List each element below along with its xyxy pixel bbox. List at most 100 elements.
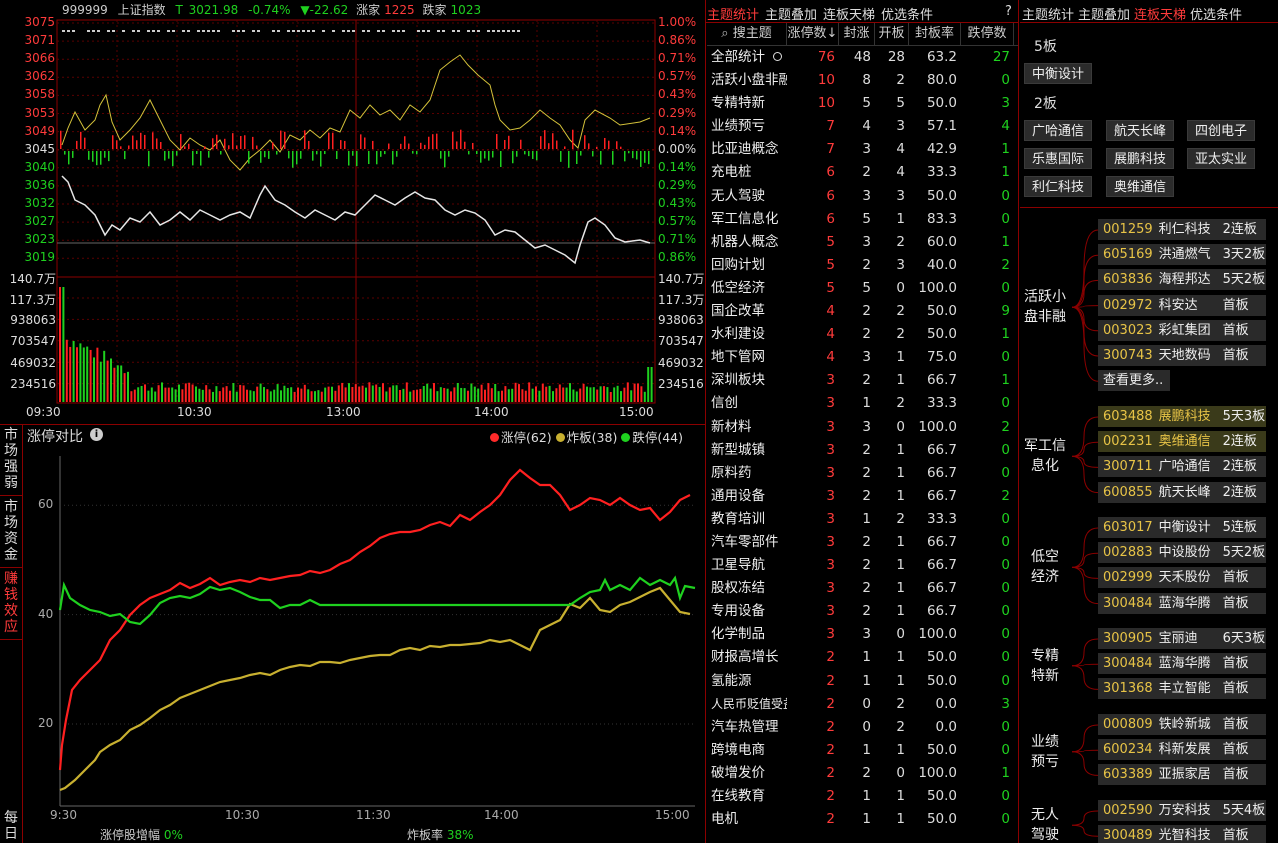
right-tab-0[interactable]: 主题统计 (1022, 8, 1074, 23)
table-cell: 通用设备 (711, 487, 765, 504)
table-row[interactable]: 新材料 3 3 0 100.0 2 (707, 416, 1018, 439)
ladder-stock-chip[interactable]: 利仁科技 (1024, 176, 1093, 197)
col-header-1[interactable]: 涨停数↓ (787, 22, 839, 45)
right-tab-2[interactable]: 连板天梯 (1134, 8, 1186, 23)
group-stock[interactable]: 001259 利仁科技 2连板 (1098, 219, 1266, 240)
group-stock[interactable]: 000809 铁岭新城 首板 (1098, 714, 1266, 735)
group-stock[interactable]: 002231 奥维通信 2连板 (1098, 431, 1266, 453)
search-theme-button[interactable]: ⌕ 搜主题 (707, 22, 787, 45)
table-row[interactable]: 在线教育 2 1 1 50.0 0 (707, 785, 1018, 808)
stock-name: 利仁科技 (1158, 222, 1211, 237)
table-row[interactable]: 充电桩 6 2 4 33.3 1 (707, 161, 1018, 184)
group-stock[interactable]: 300905 宝丽迪 6天3板 (1098, 628, 1266, 649)
group-stock[interactable]: 002883 中设股份 5天2板 (1098, 542, 1266, 564)
table-row[interactable]: 破增发价 2 2 0 100.0 1 (707, 762, 1018, 785)
table-cell: 电机 (711, 811, 738, 828)
col-header-4[interactable]: 封板率 (909, 22, 961, 45)
table-row[interactable]: 信创 3 1 2 33.3 0 (707, 392, 1018, 415)
table-row[interactable]: 比亚迪概念 7 3 4 42.9 1 (707, 138, 1018, 161)
group-stock[interactable]: 300743 天地数码 首板 (1098, 345, 1266, 366)
table-row[interactable]: 化学制品 3 3 0 100.0 0 (707, 623, 1018, 646)
ladder-stock-chip[interactable]: 四创电子 (1187, 120, 1256, 141)
group-stock[interactable]: 003023 彩虹集团 首板 (1098, 319, 1266, 341)
mid-tab-2[interactable]: 连板天梯 (823, 8, 875, 23)
group-label: 活跃小 盘非融 (1020, 287, 1070, 327)
table-row[interactable]: 无人驾驶 6 3 3 50.0 0 (707, 185, 1018, 208)
table-row[interactable]: 专用设备 3 2 1 66.7 0 (707, 600, 1018, 623)
table-row[interactable]: 低空经济 5 5 0 100.0 0 (707, 277, 1018, 300)
col-header-5[interactable]: 跌停数 (961, 22, 1014, 45)
table-row[interactable]: 氢能源 2 1 1 50.0 0 (707, 670, 1018, 693)
table-row[interactable]: 国企改革 4 2 2 50.0 9 (707, 300, 1018, 323)
table-row[interactable]: 教育培训 3 1 2 33.3 0 (707, 508, 1018, 531)
help-icon[interactable]: ? (1005, 4, 1012, 19)
col-header-3[interactable]: 开板 (875, 22, 909, 45)
limit-y-tick: 20 (38, 715, 54, 730)
table-row[interactable]: 财报高增长 2 1 1 50.0 0 (707, 646, 1018, 669)
table-row[interactable]: 新型城镇 3 2 1 66.7 0 (707, 439, 1018, 462)
group-stock[interactable]: 603488 展鹏科技 5天3板 (1098, 406, 1266, 427)
group-stock[interactable]: 002972 科安达 首板 (1098, 294, 1266, 316)
group-stock[interactable]: 300484 蓝海华腾 首板 (1098, 592, 1266, 614)
table-row[interactable]: 专精特新 10 5 5 50.0 3 (707, 92, 1018, 115)
ladder-stock-chip[interactable]: 亚太实业 (1187, 148, 1256, 169)
group-stock[interactable]: 301368 丰立智能 首板 (1098, 678, 1266, 700)
table-cell: 1 (862, 395, 871, 412)
group-stock[interactable]: 603389 亚振家居 首板 (1098, 764, 1266, 786)
ladder-stock-chip[interactable]: 航天长峰 (1106, 120, 1175, 141)
table-row[interactable]: 业绩预亏 7 4 3 57.1 4 (707, 115, 1018, 138)
table-body: 全部统计 76 48 28 63.2 27 活跃小盘非融 10 8 2 80.0 0 专精特新 10 5 5 5… (707, 46, 1018, 831)
table-row[interactable]: 原料药 3 2 1 66.7 0 (707, 462, 1018, 485)
table-cell: 活跃小盘非融 (711, 72, 787, 89)
group-stock[interactable]: 002590 万安科技 5天4板 (1098, 800, 1266, 821)
table-row[interactable]: 回购计划 5 2 3 40.0 2 (707, 254, 1018, 277)
group-stock[interactable]: 300489 光智科技 首板 (1098, 825, 1266, 843)
table-cell: 深圳板块 (711, 372, 765, 389)
mid-tab-0[interactable]: 主题统计 (707, 8, 759, 23)
group-stock[interactable]: 300711 广哈通信 2连板 (1098, 456, 1266, 478)
table-row[interactable]: 股权冻结 3 2 1 66.7 0 (707, 577, 1018, 600)
table-row[interactable]: 汽车零部件 3 2 1 66.7 0 (707, 531, 1018, 554)
group-stock[interactable]: 603836 海程邦达 5天2板 (1098, 269, 1266, 291)
table-row[interactable]: 机器人概念 5 3 2 60.0 1 (707, 231, 1018, 254)
right-tab-3[interactable]: 优选条件 (1190, 8, 1242, 23)
table-cell: 0 (1001, 72, 1010, 89)
col-header-2[interactable]: 封涨 (839, 22, 875, 45)
table-row[interactable]: 军工信息化 6 5 1 83.3 0 (707, 208, 1018, 231)
ladder-stock-chip[interactable]: 奥维通信 (1106, 176, 1175, 197)
table-row[interactable]: 水利建设 4 2 2 50.0 1 (707, 323, 1018, 346)
mid-tab-1[interactable]: 主题叠加 (765, 8, 817, 23)
group-stock[interactable]: 600234 科新发展 首板 (1098, 739, 1266, 761)
table-row[interactable]: 跨境电商 2 1 1 50.0 0 (707, 739, 1018, 762)
group-stock[interactable]: 603017 中衡设计 5连板 (1098, 517, 1266, 538)
table-row[interactable]: 汽车热管理 2 0 2 0.0 0 (707, 716, 1018, 739)
stock-board-count: 5连板 (1222, 520, 1257, 535)
ladder-stock-chip[interactable]: 乐惠国际 (1024, 148, 1093, 169)
table-cell: 新材料 (711, 418, 752, 435)
group-stock[interactable]: 600855 航天长峰 2连板 (1098, 481, 1266, 503)
mid-tab-3[interactable]: 优选条件 (881, 8, 933, 23)
group-stock[interactable]: 605169 洪通燃气 3天2板 (1098, 244, 1266, 266)
group-stock[interactable]: 002999 天禾股份 首板 (1098, 567, 1266, 589)
view-more-button[interactable]: 查看更多.. (1098, 370, 1170, 392)
right-tab-1[interactable]: 主题叠加 (1078, 8, 1130, 23)
table-row[interactable]: 深圳板块 3 2 1 66.7 1 (707, 369, 1018, 392)
table-row[interactable]: 人民币贬值受益 2 0 2 0.0 3 (707, 693, 1018, 716)
ladder-stock-chip[interactable]: 中衡设计 (1024, 63, 1093, 84)
table-row[interactable]: 通用设备 3 2 1 66.7 2 (707, 485, 1018, 508)
table-cell: 2 (896, 326, 905, 343)
bracket-line (1071, 441, 1099, 457)
group-bracket (1071, 810, 1099, 837)
table-row[interactable]: 卫星导航 3 2 1 66.7 0 (707, 554, 1018, 577)
ladder-stock-chip[interactable]: 广哈通信 (1024, 120, 1093, 141)
stock-name: 航天长峰 (1158, 484, 1211, 500)
ladder-stock-chip[interactable]: 展鹏科技 (1106, 148, 1175, 169)
table-cell: 3 (862, 141, 871, 158)
table-row[interactable]: 电机 2 1 1 50.0 0 (707, 808, 1018, 831)
table-row[interactable]: 全部统计 76 48 28 63.2 27 (707, 46, 1018, 69)
circle-icon[interactable] (773, 52, 782, 61)
table-row[interactable]: 地下管网 4 3 1 75.0 0 (707, 346, 1018, 369)
table-cell: 3 (862, 233, 871, 250)
table-row[interactable]: 活跃小盘非融 10 8 2 80.0 0 (707, 69, 1018, 92)
group-stock[interactable]: 300484 蓝海华腾 首板 (1098, 653, 1266, 675)
